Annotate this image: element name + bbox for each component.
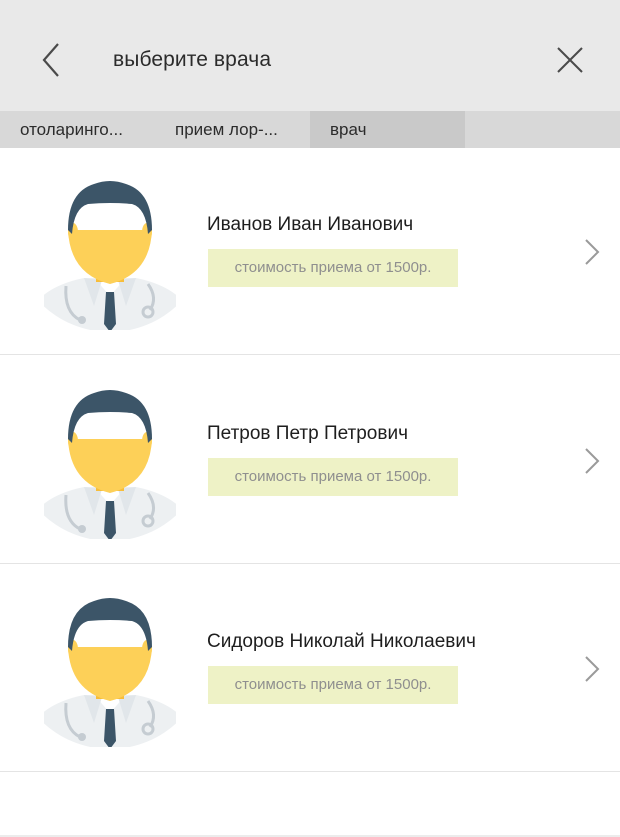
price-badge: стоимость приема от 1500р. <box>208 458 458 496</box>
chevron-left-icon <box>42 43 59 77</box>
chevron-right-icon <box>585 448 600 474</box>
price-badge: стоимость приема от 1500р. <box>208 666 458 704</box>
close-icon <box>557 47 583 73</box>
close-button[interactable] <box>554 44 586 76</box>
chevron-right-icon <box>585 656 600 682</box>
doctor-avatar <box>44 598 176 747</box>
doctor-avatar <box>44 181 176 330</box>
doctor-list-item[interactable]: Петров Петр Петрович стоимость приема от… <box>0 357 620 564</box>
doctor-name: Петров Петр Петрович <box>207 423 408 444</box>
price-badge: стоимость приема от 1500р. <box>208 249 458 287</box>
top-bar: выберите врача <box>0 0 620 111</box>
chevron-right-icon <box>585 239 600 265</box>
breadcrumb: отоларинго... прием лор-... врач <box>0 111 620 148</box>
doctor-list-item[interactable]: Иванов Иван Иванович стоимость приема от… <box>0 148 620 355</box>
page-title: выберите врача <box>113 48 272 71</box>
doctor-avatar <box>44 390 176 539</box>
breadcrumb-item-specialty[interactable]: отоларинго... <box>20 111 160 148</box>
doctor-name: Иванов Иван Иванович <box>207 214 414 235</box>
breadcrumb-item-service[interactable]: прием лор-... <box>175 111 305 148</box>
doctor-list-item[interactable]: Сидоров Николай Николаевич стоимость при… <box>0 565 620 772</box>
doctor-name: Сидоров Николай Николаевич <box>207 631 476 652</box>
breadcrumb-item-doctor[interactable]: врач <box>310 111 465 148</box>
back-button[interactable] <box>36 42 66 78</box>
